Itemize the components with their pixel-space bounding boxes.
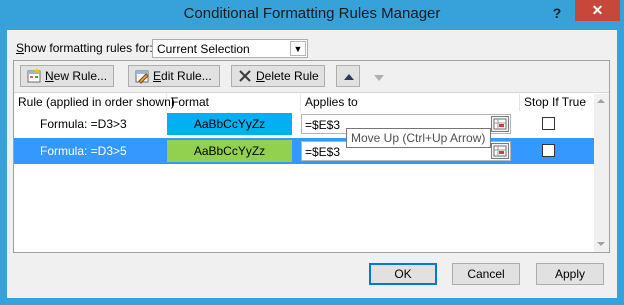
- dialog-title: Conditional Formatting Rules Manager: [183, 5, 441, 22]
- new-rule-icon: [27, 68, 41, 83]
- edit-rule-button[interactable]: Edit Rule...: [128, 65, 220, 87]
- move-up-tooltip: Move Up (Ctrl+Up Arrow): [346, 128, 491, 148]
- column-header-rule: Rule (applied in order shown): [14, 94, 175, 111]
- rule-description: Formula: =D3>5: [40, 144, 127, 158]
- arrow-up-icon: [344, 74, 354, 80]
- range-select-button[interactable]: [491, 143, 509, 159]
- title-bar[interactable]: Conditional Formatting Rules Manager ? ✕: [0, 0, 624, 30]
- new-rule-button[interactable]: New Rule...: [20, 65, 114, 87]
- applies-to-value: =$E$3: [305, 118, 341, 132]
- rule-row[interactable]: Formula: =D3>3 AaBbCcYyZz =$E$3: [14, 111, 594, 137]
- arrow-down-icon: [374, 75, 384, 81]
- cancel-button[interactable]: Cancel: [452, 263, 520, 285]
- ok-button[interactable]: OK: [369, 263, 437, 285]
- column-header-format: Format: [167, 94, 301, 111]
- show-rules-selected: Current Selection: [157, 42, 250, 56]
- stop-if-true-checkbox[interactable]: [542, 144, 555, 157]
- column-header-stop-if-true: Stop If True: [524, 95, 587, 109]
- column-header-applies-to: Applies to: [301, 94, 520, 111]
- help-button[interactable]: ?: [545, 3, 569, 23]
- rule-row-selected[interactable]: Formula: =D3>5 AaBbCcYyZz =$E$3: [14, 138, 594, 164]
- collapse-dialog-icon: [493, 118, 507, 130]
- show-rules-dropdown[interactable]: Current Selection ▼: [152, 39, 308, 58]
- move-down-button[interactable]: [366, 65, 390, 87]
- stop-if-true-checkbox[interactable]: [542, 117, 555, 130]
- delete-icon: [239, 70, 251, 82]
- edit-rule-icon: [135, 70, 149, 84]
- collapse-dialog-icon: [493, 145, 507, 157]
- delete-rule-button[interactable]: Delete Rule: [231, 65, 325, 87]
- scroll-down-icon[interactable]: [597, 242, 605, 246]
- rule-description: Formula: =D3>3: [40, 117, 127, 131]
- chevron-down-icon[interactable]: ▼: [290, 41, 306, 56]
- format-preview: AaBbCcYyZz: [167, 140, 292, 162]
- close-button[interactable]: ✕: [575, 0, 620, 21]
- move-up-button[interactable]: [336, 65, 360, 87]
- dialog-body: Show formatting rules for: Current Selec…: [7, 30, 617, 298]
- rules-panel: New Rule... Edit Rule... Delete Rule Rul…: [13, 60, 610, 253]
- rules-table-header: Rule (applied in order shown) Format App…: [14, 94, 609, 111]
- rules-toolbar: New Rule... Edit Rule... Delete Rule: [14, 61, 609, 93]
- apply-button[interactable]: Apply: [536, 263, 604, 285]
- scroll-up-icon[interactable]: [597, 99, 605, 103]
- dialog-window: Conditional Formatting Rules Manager ? ✕…: [0, 0, 624, 305]
- format-preview: AaBbCcYyZz: [167, 113, 292, 135]
- applies-to-value: =$E$3: [305, 145, 341, 159]
- rules-scrollbar[interactable]: [594, 94, 609, 252]
- range-select-button[interactable]: [491, 116, 509, 132]
- show-rules-label: Show formatting rules for:: [16, 41, 153, 55]
